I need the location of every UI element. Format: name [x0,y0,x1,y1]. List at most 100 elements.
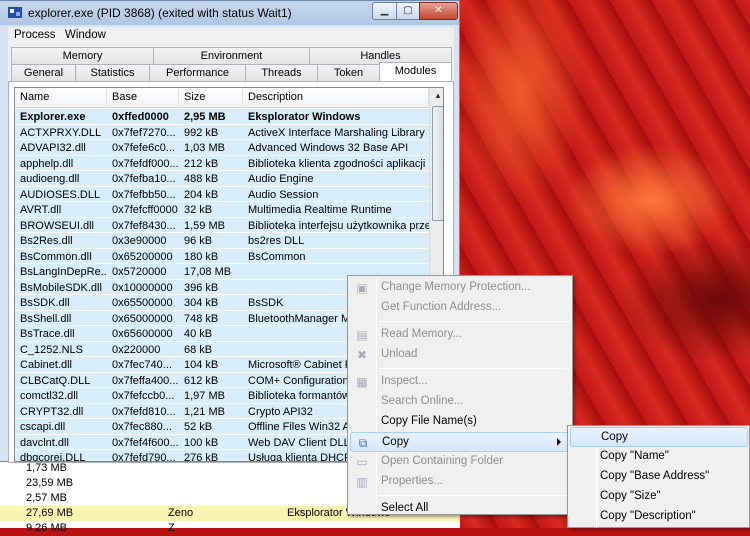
module-row[interactable]: Explorer.exe 0xffed0000 2,95 MB Eksplorator… [15,109,429,125]
tab-modules[interactable]: Modules [379,62,452,81]
module-row[interactable]: apphelp.dll 0x7fefdf000... 212 kB Bibliotek… [15,155,429,171]
column-description[interactable]: Description [243,88,429,108]
window-title: explorer.exe (PID 3868) (exited with sta… [28,6,292,20]
cell-name: BsMobileSDK.dll [20,281,102,294]
module-row[interactable]: ADVAPI32.dll 0x7fefe6c0... 1,03 MB Advanced… [15,140,429,156]
cell-name: AVRT.dll [20,204,62,216]
module-row[interactable]: AVRT.dll 0x7fefcff0000 32 kB Multimedia Rea… [15,202,429,218]
submenu-item-copy-base-address[interactable]: Copy "Base Address" [570,467,748,487]
cell-base-address: 0x65500000 [112,297,173,309]
bg-user: Z [168,522,175,534]
menu-item-copy[interactable]: ⧉ Copy [350,432,570,452]
minimize-button[interactable]: ▁ [372,2,397,20]
submenu-arrow-icon [557,438,561,446]
cell-size: 748 kB [184,312,219,325]
inspect-icon: ▦ [356,375,368,389]
cell-size: 396 kB [184,281,219,294]
bg-size: 9,26 MB [26,522,67,534]
cell-base-address: 0x65000000 [112,312,173,325]
submenu-item-copy-size[interactable]: Copy "Size" [570,487,748,507]
column-base-address[interactable]: Base Address [107,88,179,122]
scroll-up-icon[interactable]: ▲ [430,88,443,104]
cell-description: Advanced Windows 32 Base API [248,142,409,154]
cell-description: BsCommon [248,250,306,263]
module-row[interactable]: Bs2Res.dll 0x3e90000 96 kB bs2res DLL [15,233,429,249]
menu-item-read-memory[interactable]: ▤ Read Memory... [350,325,570,345]
cell-base-address: 0x5720000 [112,266,167,278]
list-header: Name Base Address Size Description [15,88,429,122]
menu-item-unload[interactable]: ✖ Unload [350,345,570,365]
cell-size: 612 kB [184,374,219,387]
menu-item-search-online[interactable]: Search Online... [350,392,570,412]
scroll-thumb[interactable] [432,106,443,221]
close-button[interactable]: ✕ [419,2,458,20]
tab-token[interactable]: Token [317,64,380,81]
submenu-item-label: Copy "Description" [600,510,696,522]
menu-item-get-function-address[interactable]: Get Function Address... [350,298,570,318]
menu-item-label: Change Memory Protection... [381,281,531,293]
tab-performance[interactable]: Performance [149,64,246,81]
maximize-button[interactable]: ▢ [396,2,420,20]
column-name[interactable]: Name [15,88,107,108]
cell-base-address: 0x7fefd810... [112,405,176,418]
cell-base-address: 0x7feffa400... [112,374,179,387]
cell-size: 1,59 MB [184,219,225,232]
tab-memory[interactable]: Memory [11,47,154,64]
module-row[interactable]: audioeng.dll 0x7fefba10... 488 kB Audio Eng… [15,171,429,187]
cell-base-address: 0x7fefcff0000 [112,204,178,216]
cell-size: 17,08 MB [184,266,232,278]
cell-base-address: 0x7fef4f600... [112,436,179,449]
cell-base-address: 0xffed0000 [112,111,169,123]
title-bar[interactable]: explorer.exe (PID 3868) (exited with sta… [0,1,459,25]
background-process-row: 9,26 MB Z [0,521,460,536]
cell-name: BsShell.dll [20,312,72,325]
cell-size: 104 kB [184,359,219,371]
menu-separator [379,495,567,496]
cell-name: Cabinet.dll [20,359,72,371]
cell-size: 276 kB [184,452,219,462]
cell-size: 32 kB [184,204,213,216]
bg-size: 23,59 MB [26,477,74,489]
tab-threads[interactable]: Threads [245,64,318,81]
menu-item-select-all[interactable]: Select All [350,499,570,519]
module-row[interactable]: BROWSEUI.dll 0x7fef8430... 1,59 MB Bibliote… [15,217,429,233]
cell-size: 1,97 MB [184,390,225,402]
menu-item-label: Get Function Address... [381,301,502,313]
cell-size: 212 kB [184,157,219,170]
cell-base-address: 0x65600000 [112,328,173,340]
menu-window[interactable]: Window [65,29,106,41]
menu-item-open-containing-folder[interactable]: ▭ Open Containing Folder [350,452,570,472]
cell-base-address: 0x7fefba10... [112,173,176,185]
shield-icon: ▣ [356,281,368,295]
menu-item-change-memory-protection[interactable]: ▣ Change Memory Protection... [350,278,570,298]
menu-item-label: Copy File Name(s) [381,415,477,427]
cell-name: BsSDK.dll [20,297,70,309]
cell-size: 992 kB [184,126,219,139]
cell-size: 52 kB [184,421,213,433]
cell-size: 2,95 MB [184,111,226,123]
menu-item-properties[interactable]: ▥ Properties... [350,472,570,492]
cell-base-address: 0x220000 [112,343,161,356]
tab-general[interactable]: General [11,64,76,81]
menu-item-inspect[interactable]: ▦ Inspect... [350,372,570,392]
submenu-item-copy[interactable]: Copy [570,427,748,447]
submenu-item-copy-description[interactable]: Copy "Description" [570,507,748,527]
cell-description: ActiveX Interface Marshaling Library [248,126,425,139]
cell-size: 1,03 MB [184,142,225,154]
module-row[interactable]: AUDIOSES.DLL 0x7fefbb50... 204 kB Audio Ses… [15,186,429,202]
submenu-item-copy-name[interactable]: Copy "Name" [570,447,748,467]
cell-base-address: 0x10000000 [112,281,173,294]
module-row[interactable]: ACTXPRXY.DLL 0x7fef7270... 992 kB ActiveX I… [15,124,429,140]
tab-statistics[interactable]: Statistics [75,64,150,81]
module-row[interactable]: BsCommon.dll 0x65200000 180 kB BsCommon [15,248,429,264]
folder-icon: ▭ [356,455,368,469]
tab-environment[interactable]: Environment [153,47,310,64]
menu-process[interactable]: Process [14,29,56,41]
cell-name: Bs2Res.dll [20,235,73,247]
cell-base-address: 0x3e90000 [112,235,167,247]
menu-item-copy-file-name-s[interactable]: Copy File Name(s) [350,412,570,432]
cell-size: 304 kB [184,297,219,309]
submenu-item-label: Copy [601,431,628,443]
column-size[interactable]: Size [179,88,243,108]
cell-size: 488 kB [184,173,219,185]
